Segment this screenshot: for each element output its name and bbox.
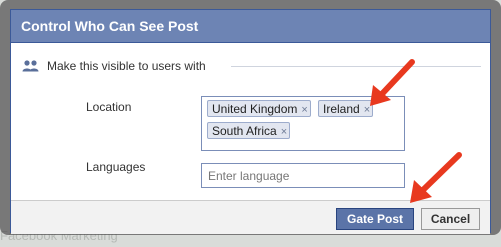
location-token-united-kingdom: United Kingdom × (207, 100, 311, 117)
control-visibility-dialog: Control Who Can See Post Make this visib… (10, 9, 491, 234)
section-heading: Make this visible to users with (22, 57, 206, 75)
section-divider (231, 66, 481, 67)
location-token-ireland: Ireland × (318, 100, 374, 117)
language-input[interactable] (201, 163, 405, 188)
dialog-overlay-frame: Control Who Can See Post Make this visib… (0, 0, 501, 235)
token-label: Ireland (323, 102, 360, 116)
dialog-title: Control Who Can See Post (11, 10, 490, 43)
remove-token-icon[interactable]: × (281, 126, 287, 138)
location-token-south-africa: South Africa × (207, 122, 291, 139)
token-label: United Kingdom (212, 102, 298, 116)
languages-label: Languages (86, 160, 146, 174)
section-heading-text: Make this visible to users with (47, 59, 206, 73)
dialog-footer: Gate Post Cancel (11, 200, 490, 234)
cancel-button[interactable]: Cancel (421, 208, 480, 230)
location-label: Location (86, 100, 132, 114)
remove-token-icon[interactable]: × (301, 104, 307, 116)
users-icon (22, 60, 40, 72)
gate-post-button[interactable]: Gate Post (336, 208, 414, 230)
token-label: South Africa (212, 124, 277, 138)
location-token-input[interactable]: United Kingdom × Ireland × South Africa × (201, 96, 405, 151)
remove-token-icon[interactable]: × (364, 104, 370, 116)
